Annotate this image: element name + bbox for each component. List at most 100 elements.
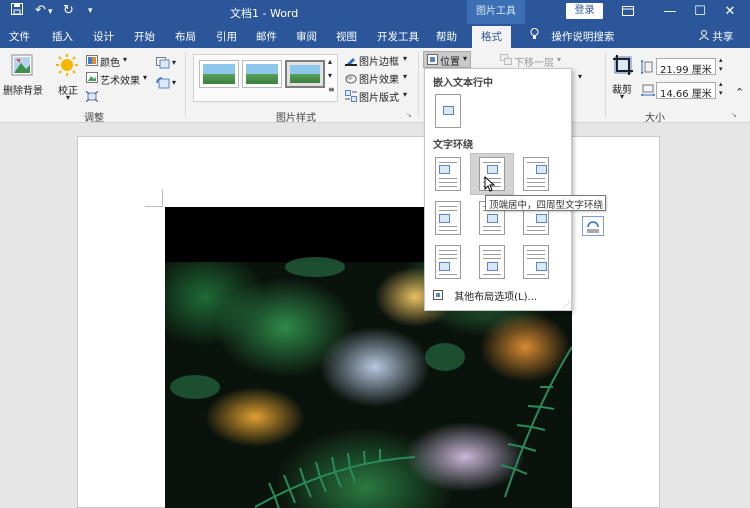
color-button[interactable]: 颜色	[100, 54, 120, 69]
position-dropdown-menu: 嵌入文本行中 文字环绕 其他布局选项(L)... ⋰	[424, 68, 572, 311]
close-icon[interactable]: ✕	[717, 2, 743, 22]
ribbon-display-options-icon[interactable]	[615, 2, 641, 22]
change-picture-dropdown-icon[interactable]: ▾	[172, 58, 176, 67]
remove-background-icon[interactable]	[11, 54, 33, 79]
gallery-more-icon[interactable]: ≡	[328, 85, 335, 94]
layout-options-icon	[587, 221, 599, 233]
more-layout-options-label: 其他布局选项(L)...	[454, 292, 538, 303]
customize-qat-icon[interactable]: ▾	[88, 6, 93, 16]
correct-dropdown-icon[interactable]: ▾	[66, 93, 70, 102]
artistic-effects-button[interactable]: 艺术效果	[100, 72, 140, 87]
crop-dropdown-icon[interactable]: ▾	[620, 92, 624, 101]
with-text-wrapping-header: 文字环绕	[433, 140, 473, 151]
reset-picture-dropdown-icon[interactable]: ▾	[172, 78, 176, 87]
more-layout-options-item[interactable]: 其他布局选项(L)...	[433, 288, 537, 303]
margin-corner-mark	[162, 189, 163, 207]
artistic-effects-icon	[86, 72, 98, 86]
gallery-scroll-down-icon[interactable]: ▾	[328, 71, 332, 80]
send-backward-icon	[500, 54, 512, 68]
tab-home[interactable]: 开始	[134, 29, 155, 44]
lightbulb-icon	[530, 28, 542, 43]
tab-view[interactable]: 视图	[336, 29, 357, 44]
remove-background-button[interactable]: 删除背景	[3, 82, 43, 97]
group-divider	[185, 52, 186, 118]
login-button[interactable]: 登录	[566, 3, 603, 19]
share-label: 共享	[712, 31, 734, 43]
reset-picture-icon[interactable]	[156, 77, 170, 92]
save-icon[interactable]	[11, 3, 23, 19]
tab-format[interactable]: 格式	[472, 26, 511, 48]
change-picture-icon[interactable]	[156, 57, 170, 72]
wrap-option-bottom-left[interactable]	[435, 245, 461, 279]
picture-styles-group-label: 图片样式	[276, 113, 316, 124]
crop-icon[interactable]	[611, 53, 635, 80]
ribbon-tabs: 文件 插入 设计 开始 布局 引用 邮件 审阅 视图 开发工具 帮助 格式 操作…	[0, 24, 750, 48]
shape-height-field[interactable]: 21.99 厘米	[656, 58, 716, 76]
picture-border-dropdown-icon[interactable]: ▾	[403, 54, 407, 63]
share-button[interactable]: 共享	[699, 29, 733, 44]
ribbon: 删除背景 校正 ▾ 颜色 ▾ 艺术效果 ▾ ▾ ▾ 调整 ▴ ▾ ≡ 图片边框 …	[0, 48, 750, 124]
picture-style-option[interactable]	[199, 60, 239, 88]
color-icon	[86, 55, 98, 69]
wrap-option-bottom-center[interactable]	[479, 245, 505, 279]
tab-mailings[interactable]: 邮件	[256, 29, 277, 44]
tab-insert[interactable]: 插入	[52, 29, 73, 44]
picture-border-button[interactable]: 图片边框	[359, 53, 399, 68]
picture-style-option-selected[interactable]	[285, 60, 325, 88]
tab-file[interactable]: 文件	[9, 29, 30, 44]
undo-dropdown-icon[interactable]: ▾	[48, 7, 53, 17]
group-divider	[605, 52, 606, 118]
correct-sun-icon[interactable]	[55, 53, 79, 80]
wrap-option-bottom-right[interactable]	[523, 245, 549, 279]
wrap-option-inline[interactable]	[435, 94, 461, 128]
picture-border-icon	[345, 54, 357, 69]
tab-references[interactable]: 引用	[216, 29, 237, 44]
picture-layout-icon	[345, 90, 357, 105]
picture-tools-context-tab: 图片工具	[467, 0, 525, 24]
shape-width-field[interactable]: 14.66 厘米	[656, 82, 716, 100]
maximize-icon[interactable]: ☐	[687, 2, 713, 22]
dialog-launcher-icon[interactable]: ↘	[406, 111, 412, 119]
height-spin-down-icon[interactable]: ▾	[719, 65, 723, 73]
tab-developer[interactable]: 开发工具	[377, 29, 419, 44]
adjust-group-label: 调整	[84, 113, 104, 124]
undo-icon[interactable]: ↶	[35, 3, 46, 18]
tab-design[interactable]: 设计	[93, 29, 114, 44]
position-button[interactable]: 位置 ▾	[423, 51, 471, 68]
tell-me-search[interactable]: 操作说明搜索	[530, 28, 614, 44]
size-dialog-launcher-icon[interactable]: ↘	[731, 111, 737, 119]
artistic-effects-dropdown-icon[interactable]: ▾	[143, 73, 147, 82]
tell-me-label: 操作说明搜索	[551, 31, 615, 43]
tab-layout[interactable]: 布局	[175, 29, 196, 44]
tab-help[interactable]: 帮助	[436, 29, 457, 44]
rotate-dropdown-icon[interactable]: ▾	[578, 72, 582, 81]
picture-effects-icon	[345, 72, 357, 87]
minimize-icon[interactable]: —	[657, 2, 683, 22]
resize-grip-icon[interactable]: ⋰	[563, 301, 570, 309]
picture-effects-dropdown-icon[interactable]: ▾	[403, 72, 407, 81]
send-backward-dropdown-icon[interactable]: ▾	[557, 55, 561, 64]
gallery-scroll-up-icon[interactable]: ▴	[328, 57, 332, 66]
height-spin-up-icon[interactable]: ▴	[719, 56, 723, 64]
color-dropdown-icon[interactable]: ▾	[123, 55, 127, 64]
picture-layout-button[interactable]: 图片版式	[359, 89, 399, 104]
layout-options-button[interactable]	[582, 216, 604, 236]
title-bar: ↶ ▾ ↻ ▾ 文档1 - Word 图片工具 登录 — ☐ ✕	[0, 0, 750, 24]
picture-layout-dropdown-icon[interactable]: ▾	[403, 90, 407, 99]
compress-pictures-icon[interactable]	[85, 90, 99, 105]
group-divider	[418, 52, 419, 118]
window-title: 文档1 - Word	[230, 7, 299, 20]
width-spin-down-icon[interactable]: ▾	[719, 89, 723, 97]
collapse-ribbon-icon[interactable]: ⌃	[735, 86, 744, 99]
shape-height-value: 21.99 厘米	[660, 65, 712, 76]
picture-style-option[interactable]	[242, 60, 282, 88]
send-backward-button[interactable]: 下移一层	[514, 54, 554, 69]
picture-effects-button[interactable]: 图片效果	[359, 71, 399, 86]
tab-review[interactable]: 审阅	[296, 29, 317, 44]
wrap-option-middle-left[interactable]	[435, 201, 461, 235]
redo-icon[interactable]: ↻	[63, 3, 74, 18]
width-spin-up-icon[interactable]: ▴	[719, 80, 723, 88]
wrap-option-top-right[interactable]	[523, 157, 549, 191]
wrap-option-top-left[interactable]	[435, 157, 461, 191]
shape-width-icon	[640, 84, 656, 99]
